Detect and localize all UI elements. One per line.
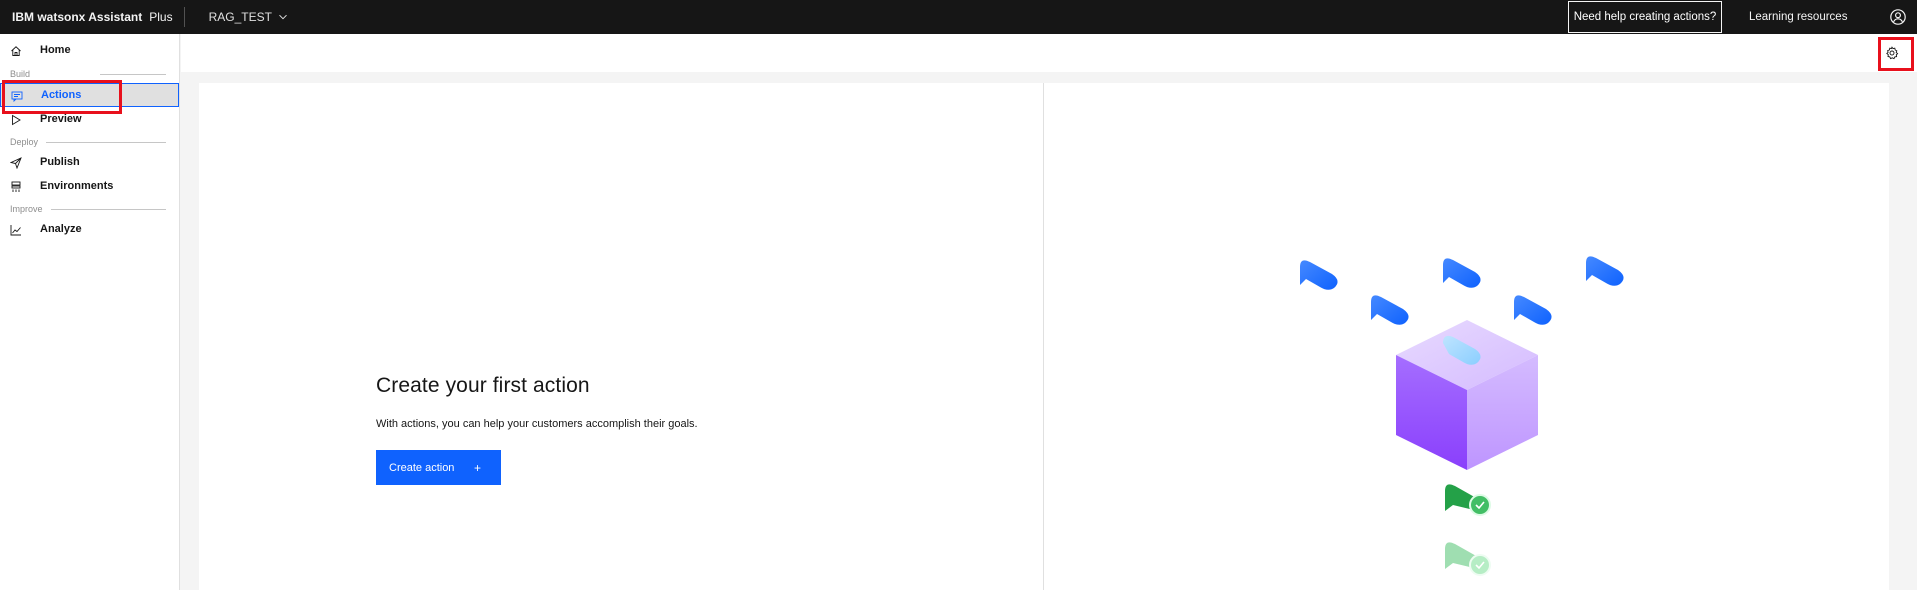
send-icon [9,157,22,170]
sidebar-item-analyze[interactable]: Analyze [0,218,179,242]
product-brand[interactable]: IBM watsonx Assistant Plus [0,0,173,34]
learning-resources-link[interactable]: Learning resources [1749,0,1847,34]
assistant-switcher[interactable]: RAG_TEST [209,0,288,34]
need-help-button[interactable]: Need help creating actions? [1568,1,1722,33]
section-build: Build [10,68,166,80]
brand-name: IBM watsonx Assistant [12,10,143,24]
check-bubble-icon [1445,542,1491,576]
section-divider [50,209,166,210]
sidebar-item-home[interactable]: Home [0,39,179,63]
section-label: Deploy [10,137,39,147]
chat-bubble-icon [1371,295,1409,325]
chat-bubble-icon [1514,295,1552,325]
sidebar-item-preview[interactable]: Preview [0,108,179,132]
sidebar-item-label: Environments [40,180,114,192]
chat-bubble-icon [1300,260,1338,290]
create-action-button[interactable]: Create action + [376,450,501,485]
section-label: Improve [10,204,43,214]
sidebar-item-environments[interactable]: Environments [0,175,179,199]
actions-illustration [1290,255,1650,590]
empty-state-description: With actions, you can help your customer… [376,418,698,430]
section-divider [100,74,166,75]
brand-plan: Plus [149,10,173,24]
actions-icon [11,90,23,103]
section-label: Build [10,69,31,79]
sidebar-item-publish[interactable]: Publish [0,151,179,175]
create-action-label: Create action [389,461,455,474]
page-toolbar [181,34,1917,72]
side-navigation: Home Build Actions Preview Deploy Publis… [0,34,180,590]
check-bubble-icon [1445,484,1491,516]
home-icon [10,45,22,57]
sidebar-item-label: Preview [40,113,82,125]
empty-state-title: Create your first action [376,374,590,397]
sidebar-item-label: Analyze [40,223,82,235]
plus-icon: + [474,461,482,475]
play-icon [10,114,22,126]
user-avatar-icon[interactable] [1889,8,1907,26]
sidebar-item-label: Home [40,44,71,56]
environments-icon [10,181,22,193]
chevron-down-icon [278,12,288,22]
section-divider [46,142,166,143]
sidebar-item-actions[interactable]: Actions [0,83,179,107]
section-deploy: Deploy [10,136,166,148]
cube-illustration [1396,320,1538,470]
header-divider [183,7,185,27]
sidebar-item-label: Publish [40,156,80,168]
chat-bubble-icon [1443,258,1481,288]
assistant-name: RAG_TEST [208,10,272,24]
chat-bubble-icon [1586,256,1624,286]
section-improve: Improve [10,203,166,215]
settings-gear-icon[interactable] [1885,46,1899,60]
empty-state-panel [199,83,1043,590]
sidebar-item-label: Actions [41,89,82,101]
analyze-chart-icon [10,224,22,236]
